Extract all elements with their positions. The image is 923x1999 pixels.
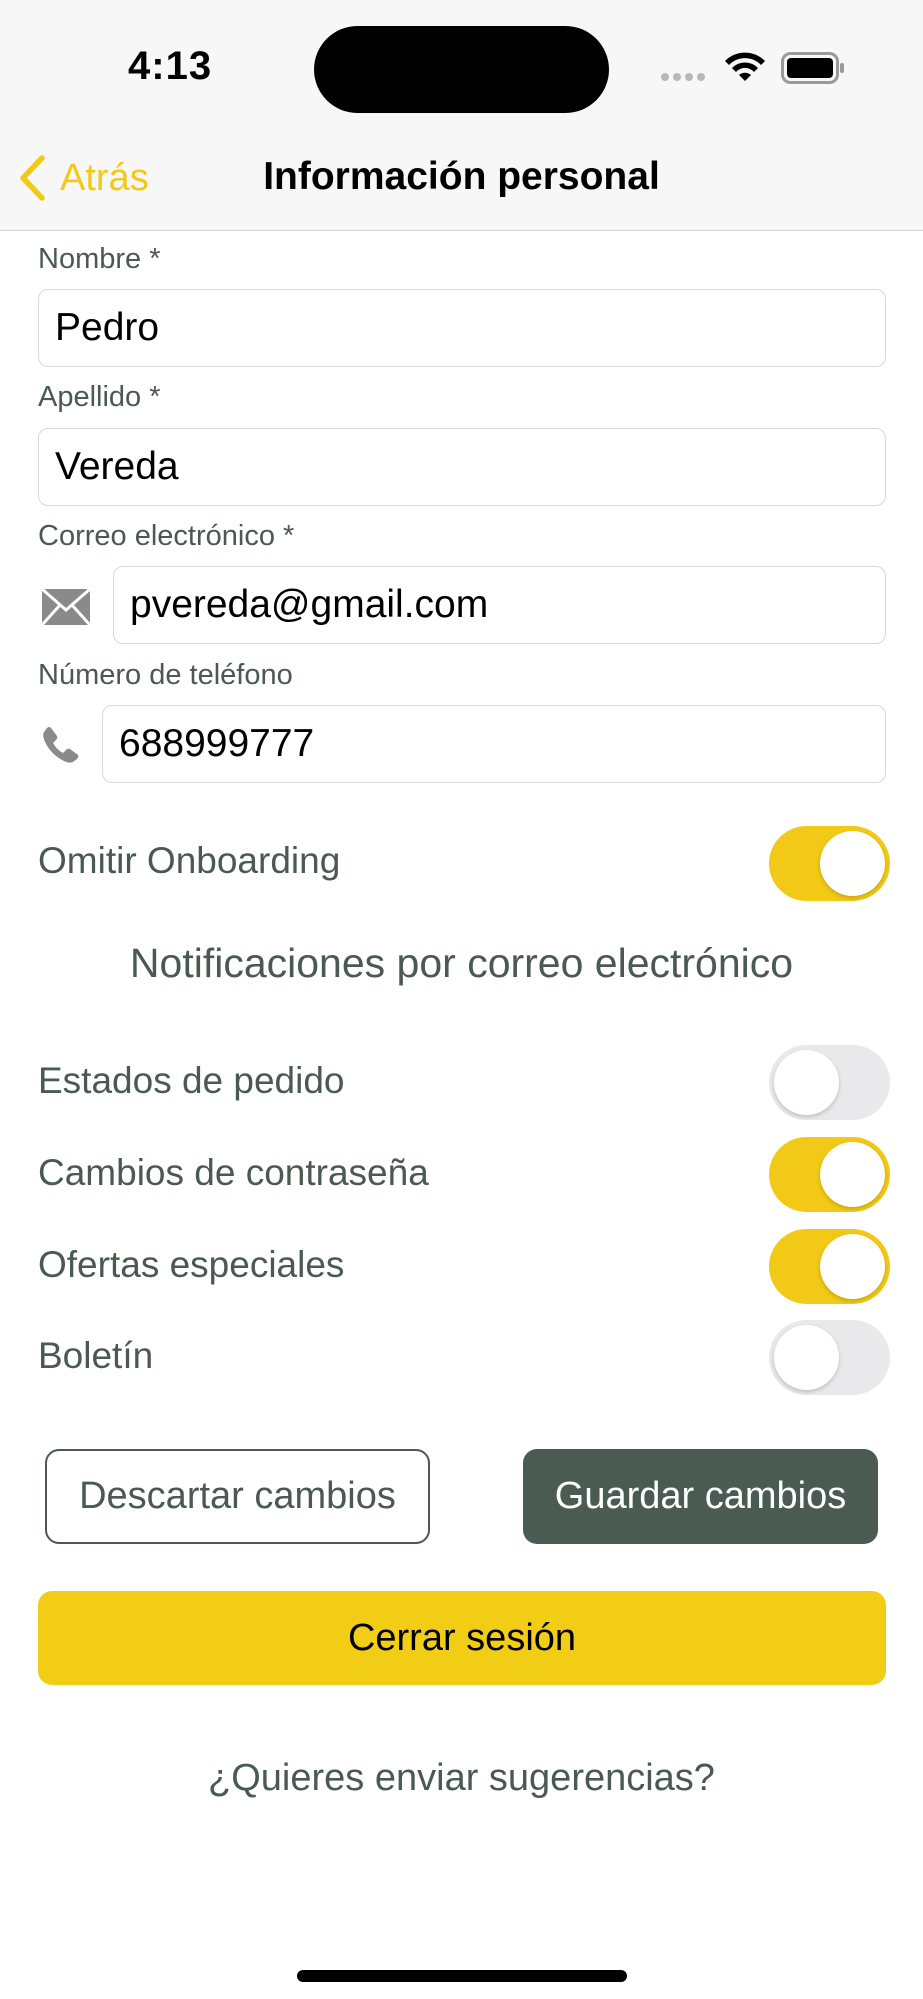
battery-icon <box>781 52 844 84</box>
page-title: Información personal <box>263 155 660 198</box>
phone-field[interactable]: 688999777 <box>102 705 886 783</box>
order-status-label: Estados de pedido <box>38 1060 345 1101</box>
first-name-label: Nombre * <box>38 243 161 275</box>
home-indicator[interactable] <box>297 1970 627 1982</box>
phone-label: Número de teléfono <box>38 659 293 691</box>
newsletter-label: Boletín <box>38 1335 154 1376</box>
first-name-field[interactable]: Pedro <box>38 289 886 367</box>
special-offers-label: Ofertas especiales <box>38 1244 345 1285</box>
newsletter-toggle[interactable] <box>769 1320 890 1395</box>
status-bar: 4:13 <box>0 0 923 125</box>
phone-icon <box>43 727 79 763</box>
logout-button[interactable]: Cerrar sesión <box>38 1591 886 1685</box>
last-name-label: Apellido * <box>38 381 161 413</box>
send-suggestions-link[interactable]: ¿Quieres enviar sugerencias? <box>0 1757 923 1800</box>
email-field[interactable]: pvereda@gmail.com <box>113 566 886 644</box>
password-changes-toggle[interactable] <box>769 1137 890 1212</box>
skip-onboarding-label: Omitir Onboarding <box>38 840 341 881</box>
email-notifications-heading: Notificaciones por correo electrónico <box>129 940 794 986</box>
wifi-icon <box>725 52 765 81</box>
last-name-field[interactable]: Vereda <box>38 428 886 506</box>
skip-onboarding-toggle[interactable] <box>769 826 890 901</box>
special-offers-toggle[interactable] <box>769 1229 890 1304</box>
envelope-icon <box>41 588 91 626</box>
status-time: 4:13 <box>128 44 213 88</box>
email-label: Correo electrónico * <box>38 520 295 552</box>
dynamic-island <box>314 26 609 113</box>
order-status-toggle[interactable] <box>769 1045 890 1120</box>
cellular-signal-icon <box>661 73 709 81</box>
discard-changes-button[interactable]: Descartar cambios <box>45 1449 430 1544</box>
navigation-bar: Atrás Información personal <box>0 125 923 231</box>
save-changes-button[interactable]: Guardar cambios <box>523 1449 878 1544</box>
password-changes-label: Cambios de contraseña <box>38 1152 429 1193</box>
